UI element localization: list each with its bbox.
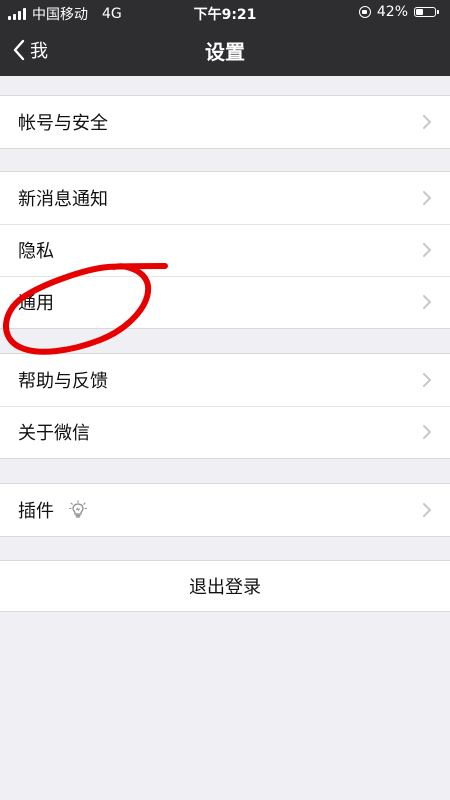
battery-fill	[416, 9, 423, 15]
status-right: 42%	[358, 4, 440, 20]
chevron-right-icon	[423, 425, 431, 439]
chevron-right-icon	[423, 115, 431, 129]
nav-bar: 我 设置	[0, 24, 450, 76]
rotation-lock-icon	[358, 6, 371, 18]
logout-button[interactable]: 退出登录	[0, 560, 450, 612]
settings-item-label: 帐号与安全	[18, 113, 108, 134]
settings-group-account: 帐号与安全	[0, 95, 450, 149]
settings-group-plugins: 插件	[0, 483, 450, 537]
chevron-right-icon	[423, 503, 431, 517]
page-title: 设置	[205, 40, 245, 64]
settings-item-label: 插件	[18, 501, 54, 522]
chevron-right-icon	[423, 373, 431, 387]
settings-item-privacy[interactable]: 隐私	[0, 224, 450, 276]
settings-item-help-feedback[interactable]: 帮助与反馈	[0, 354, 450, 406]
settings-item-label: 关于微信	[18, 423, 90, 444]
settings-group-help: 帮助与反馈 关于微信	[0, 353, 450, 459]
status-bar: 中国移动 4G 下午9:21 42%	[0, 0, 450, 24]
lightbulb-icon	[68, 500, 88, 518]
settings-item-about-wechat[interactable]: 关于微信	[0, 406, 450, 458]
settings-item-account-security[interactable]: 帐号与安全	[0, 96, 450, 148]
settings-item-label: 隐私	[18, 241, 54, 262]
settings-item-label: 帮助与反馈	[18, 371, 108, 392]
logout-label: 退出登录	[189, 577, 261, 598]
battery-icon	[414, 7, 439, 17]
settings-item-label: 新消息通知	[18, 189, 108, 210]
chevron-right-icon	[423, 191, 431, 205]
settings-group-notifications: 新消息通知 隐私 通用	[0, 171, 450, 329]
battery-percent: 42%	[376, 4, 408, 20]
settings-item-plugins[interactable]: 插件	[0, 484, 450, 536]
chevron-right-icon	[423, 295, 431, 309]
top-bar: 中国移动 4G 下午9:21 42% 我 设置	[0, 0, 450, 76]
settings-item-new-message-notifications[interactable]: 新消息通知	[0, 172, 450, 224]
settings-item-general[interactable]: 通用	[0, 276, 450, 328]
chevron-right-icon	[423, 243, 431, 257]
settings-item-label: 通用	[18, 293, 54, 314]
